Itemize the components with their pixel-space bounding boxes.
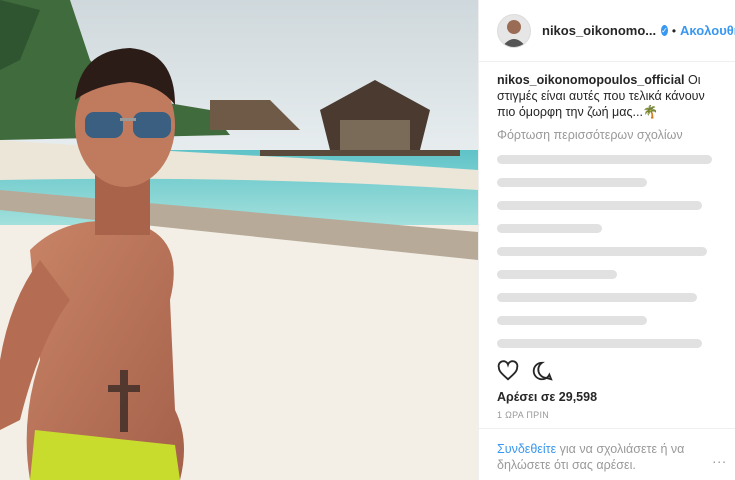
post-sidebar: nikos_oikonomo... ✓ • Ακολουθήστε nikos_… <box>478 0 735 480</box>
more-options-icon[interactable]: ... <box>712 450 727 466</box>
comments-list <box>479 142 735 355</box>
list-item <box>497 171 717 194</box>
list-item <box>497 286 717 309</box>
list-item <box>497 217 717 240</box>
load-more-comments[interactable]: Φόρτωση περισσότερων σχολίων <box>479 120 735 142</box>
post-timestamp: 1 ΩΡΑ ΠΡΙΝ <box>497 410 550 420</box>
list-item <box>497 240 717 263</box>
comment-icon[interactable] <box>531 360 553 387</box>
like-count[interactable]: Αρέσει σε 29,598 <box>497 390 597 404</box>
list-item <box>497 332 717 355</box>
list-item <box>497 263 717 286</box>
caption-username[interactable]: nikos_oikonomopoulos_official <box>497 73 685 87</box>
list-item <box>497 309 717 332</box>
login-link[interactable]: Συνδεθείτε <box>497 442 556 456</box>
avatar[interactable] <box>497 13 531 48</box>
post-photo[interactable] <box>0 0 478 480</box>
verified-icon: ✓ <box>661 25 668 36</box>
list-item <box>497 194 717 217</box>
login-prompt: Συνδεθείτε για να σχολιάσετε ή να δηλώσε… <box>479 428 735 473</box>
post-header: nikos_oikonomo... ✓ • Ακολουθήστε <box>479 0 735 62</box>
heart-icon[interactable] <box>497 360 519 387</box>
post-actions <box>497 360 553 387</box>
separator-dot: • <box>671 23 677 38</box>
follow-button[interactable]: Ακολουθήστε <box>680 23 735 38</box>
list-item <box>497 148 717 171</box>
post-username[interactable]: nikos_oikonomo... <box>542 23 656 38</box>
post-caption: nikos_oikonomopoulos_official Οι στιγμές… <box>479 62 735 120</box>
